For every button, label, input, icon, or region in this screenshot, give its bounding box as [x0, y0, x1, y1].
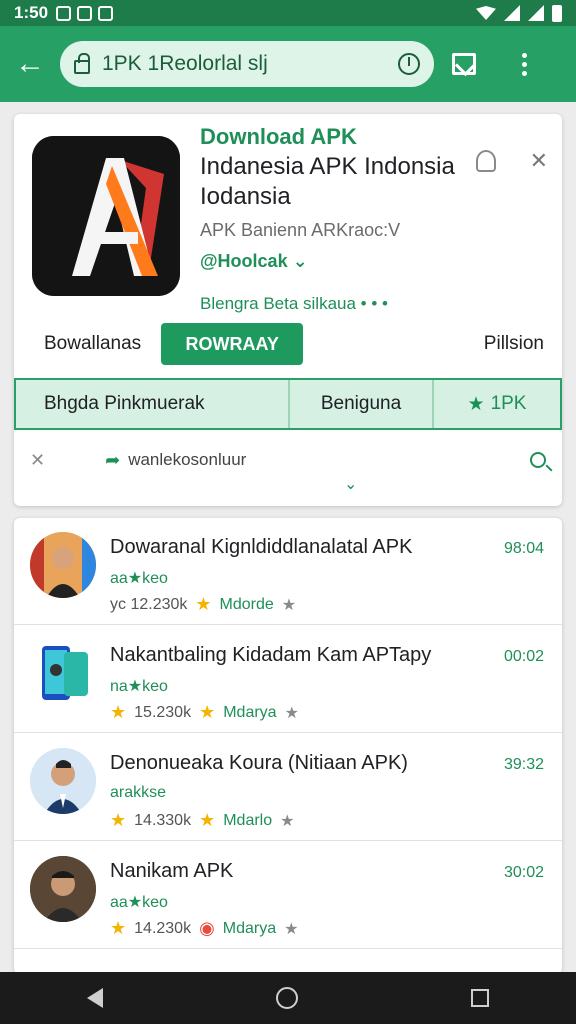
chevron-down-icon[interactable]: ⌄ — [344, 474, 357, 494]
beta-label: Blengra Beta silkaua — [200, 294, 356, 313]
list-item-meta: yc 12.230k ★ Mdorde ★ — [110, 594, 296, 615]
nav-home-icon[interactable] — [275, 987, 298, 1009]
signal-icon — [504, 5, 520, 21]
list-item-name: Nakantbaling Kidadam Kam APTapy — [110, 644, 432, 666]
install-button[interactable]: ROWRAAY — [161, 323, 304, 365]
star-icon: ★ — [110, 918, 127, 938]
bookmark-icon — [452, 53, 476, 75]
list-item[interactable]: Nakantbaling Kidadam Kam APTapy 00:02 na… — [14, 626, 562, 733]
lock-icon — [74, 52, 90, 74]
info-cell-3[interactable]: ★ 1PK — [434, 380, 560, 428]
star-outline-icon: ★ — [280, 812, 295, 830]
wifi-icon — [476, 6, 496, 20]
nav-recents-icon[interactable] — [471, 989, 490, 1007]
right-action-label[interactable]: Pillsion — [484, 333, 544, 355]
list-item-time: 00:02 — [503, 648, 544, 665]
list-item-mlabel: Mdarya — [222, 919, 277, 937]
avatar — [30, 532, 96, 598]
search-icon[interactable] — [530, 452, 546, 468]
list-item-time: 39:32 — [503, 756, 544, 773]
list-item-tag: aa★keo — [110, 894, 168, 911]
back-arrow-icon[interactable]: ← — [0, 26, 60, 102]
star-outline-icon: ★ — [281, 596, 297, 614]
star-outline-icon: ★ — [284, 920, 299, 938]
list-item[interactable]: Denonueaka Koura (Nitiaan APK) 39:32 ara… — [14, 734, 562, 841]
app-logo — [32, 136, 180, 296]
list-item-count: 14.230k — [134, 919, 192, 937]
list-item-meta: ★ 14.330k ★ Mdarlo ★ — [110, 810, 294, 831]
notification-icon — [56, 5, 72, 21]
developer-site-link[interactable]: wanlekosonluur — [128, 450, 246, 470]
list-item-tag: na★keo — [110, 678, 168, 695]
system-nav-bar — [0, 972, 576, 1024]
shield-icon — [77, 5, 93, 21]
list-item[interactable]: Dowaranal Kignldiddlanalatal APK 98:04 a… — [14, 518, 562, 625]
beta-line: Blengra Beta silkaua • • • — [200, 294, 388, 313]
info-cell-1[interactable]: Bhgda Pinkmuerak — [16, 380, 290, 428]
overflow-menu-button[interactable] — [494, 26, 554, 102]
app-logo-art — [32, 136, 180, 296]
list-item-name: Nanikam APK — [110, 860, 234, 882]
list-item-time: 98:04 — [503, 540, 544, 557]
action-row: Bowallanas ROWRAAY Pillsion — [14, 320, 562, 368]
avatar — [30, 748, 96, 814]
list-item-meta: ★ 14.230k ◉ Mdarya ★ — [110, 918, 299, 939]
nav-back-icon[interactable] — [86, 988, 103, 1008]
app-subtitle: APK Banienn ARKraoc:V — [200, 220, 401, 240]
signal-icon-2 — [528, 5, 544, 21]
avatar — [30, 640, 96, 706]
left-action-label[interactable]: Bowallanas — [44, 333, 141, 355]
star-icon: ★ — [199, 702, 216, 722]
avatar — [30, 856, 96, 922]
status-time: 1:50 — [14, 3, 49, 22]
avatar-art — [30, 532, 96, 598]
star-outline-icon: ★ — [284, 704, 299, 722]
developer-name: @Hoolcak — [200, 251, 288, 271]
list-item-count: 14.330k — [134, 811, 192, 829]
star-icon: ★ — [199, 810, 216, 830]
info-row: Bhgda Pinkmuerak Beniguna ★ 1PK — [14, 378, 562, 430]
phone-art — [30, 640, 96, 706]
sub-row: ✕ ➦ wanlekosonluur — [14, 440, 562, 480]
list-item-count: 15.230k — [134, 703, 192, 721]
developer-link[interactable]: @Hoolcak ⌄ — [200, 251, 540, 272]
list-item-mlabel: Mdarlo — [223, 811, 273, 829]
list-item-tag: arakkse — [110, 784, 167, 801]
image-icon — [98, 5, 114, 21]
browser-toolbar: ← 1PK 1Reolorlal slj — [0, 26, 576, 102]
star-icon: ★ — [110, 702, 127, 722]
info-cell-2[interactable]: Beniguna — [290, 380, 434, 428]
list-item-time: 30:02 — [503, 864, 544, 881]
list-item[interactable]: Nanikam APK 30:02 aa★keo ★ 14.230k ◉ Mda… — [14, 842, 562, 949]
info-cell-3-label: 1PK — [490, 393, 527, 414]
bookmark-button[interactable] — [434, 26, 494, 102]
list-item-mlabel: Mdorde — [219, 595, 274, 613]
avatar-art — [30, 748, 96, 814]
battery-icon — [552, 4, 562, 22]
download-kicker: Download APK — [200, 124, 357, 149]
more-vert-icon — [521, 52, 527, 76]
star-icon: ★ — [467, 393, 485, 415]
share-icon[interactable]: ➦ — [105, 450, 120, 471]
app-list: Dowaranal Kignldiddlanalatal APK 98:04 a… — [14, 518, 562, 974]
status-bar: 1:50 — [0, 0, 576, 26]
app-card: Download APK Indanesia APK Indonsia Ioda… — [14, 114, 562, 506]
list-item-count: yc 12.230k — [110, 595, 188, 613]
star-icon: ★ — [195, 594, 212, 614]
list-item-tag: aa★keo — [110, 570, 168, 587]
list-item-mlabel: Mdarya — [223, 703, 277, 721]
avatar-art — [30, 856, 96, 922]
url-text: 1PK 1Reolorlal slj — [102, 52, 268, 75]
dismiss-icon[interactable]: ✕ — [30, 450, 45, 471]
close-icon[interactable]: ✕ — [530, 148, 548, 174]
list-item-name: Dowaranal Kignldiddlanalatal APK — [110, 536, 413, 558]
list-item-meta: ★ 15.230k ★ Mdarya ★ — [110, 702, 299, 723]
badge-icon: ◉ — [199, 918, 215, 938]
account-icon[interactable] — [476, 150, 496, 172]
url-bar[interactable]: 1PK 1Reolorlal slj — [60, 41, 434, 87]
list-item-name: Denonueaka Koura (Nitiaan APK) — [110, 752, 408, 774]
star-icon: ★ — [110, 810, 127, 830]
reload-icon[interactable] — [398, 53, 420, 75]
